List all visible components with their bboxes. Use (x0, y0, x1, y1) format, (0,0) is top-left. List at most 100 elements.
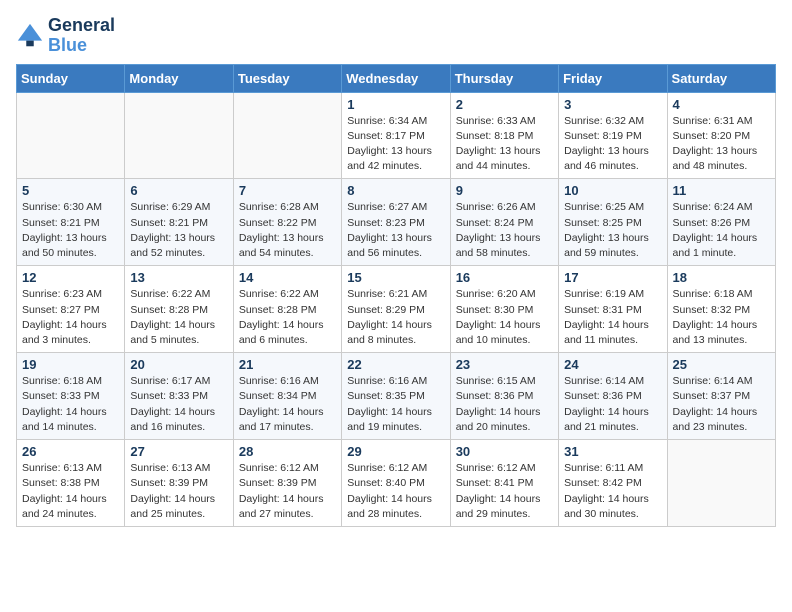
calendar-cell (17, 92, 125, 179)
day-number: 1 (347, 97, 444, 112)
day-info: Sunrise: 6:21 AM Sunset: 8:29 PM Dayligh… (347, 287, 444, 348)
day-info: Sunrise: 6:14 AM Sunset: 8:36 PM Dayligh… (564, 374, 661, 435)
day-number: 9 (456, 183, 553, 198)
calendar-cell: 10Sunrise: 6:25 AM Sunset: 8:25 PM Dayli… (559, 179, 667, 266)
calendar-cell: 15 Sunrise: 6:21 AM Sunset: 8:29 PM Dayli… (342, 266, 450, 353)
day-number: 18 (673, 270, 770, 285)
day-number: 31 (564, 444, 661, 459)
calendar-cell: 28 Sunrise: 6:12 AM Sunset: 8:39 PM Dayli… (233, 440, 341, 527)
day-info: Sunrise: 6:22 AM Sunset: 8:28 PM Dayligh… (130, 287, 227, 348)
day-info: Sunrise: 6:33 AM Sunset: 8:18 PM Dayligh… (456, 114, 553, 175)
day-number: 3 (564, 97, 661, 112)
day-info: Sunrise: 6:28 AM Sunset: 8:22 PM Dayligh… (239, 200, 336, 261)
calendar-cell: 20 Sunrise: 6:17 AM Sunset: 8:33 PM Dayli… (125, 353, 233, 440)
day-number: 7 (239, 183, 336, 198)
logo-text: General Blue (48, 16, 115, 56)
day-info: Sunrise: 6:12 AM Sunset: 8:39 PM Dayligh… (239, 461, 336, 522)
calendar-cell: 30Sunrise: 6:12 AM Sunset: 8:41 PM Dayli… (450, 440, 558, 527)
calendar-cell: 17 Sunrise: 6:19 AM Sunset: 8:31 PM Dayli… (559, 266, 667, 353)
day-number: 17 (564, 270, 661, 285)
day-number: 25 (673, 357, 770, 372)
day-info: Sunrise: 6:31 AM Sunset: 8:20 PM Dayligh… (673, 114, 770, 175)
calendar-cell: 29 Sunrise: 6:12 AM Sunset: 8:40 PM Dayli… (342, 440, 450, 527)
calendar-cell: 24 Sunrise: 6:14 AM Sunset: 8:36 PM Dayli… (559, 353, 667, 440)
weekday-header-tuesday: Tuesday (233, 64, 341, 92)
day-number: 24 (564, 357, 661, 372)
calendar-cell: 21 Sunrise: 6:16 AM Sunset: 8:34 PM Dayli… (233, 353, 341, 440)
day-info: Sunrise: 6:15 AM Sunset: 8:36 PM Dayligh… (456, 374, 553, 435)
day-number: 13 (130, 270, 227, 285)
calendar-cell: 26 Sunrise: 6:13 AM Sunset: 8:38 PM Dayli… (17, 440, 125, 527)
day-info: Sunrise: 6:11 AM Sunset: 8:42 PM Dayligh… (564, 461, 661, 522)
day-number: 14 (239, 270, 336, 285)
calendar-cell: 5 Sunrise: 6:30 AM Sunset: 8:21 PM Daylig… (17, 179, 125, 266)
calendar-cell: 8 Sunrise: 6:27 AM Sunset: 8:23 PM Daylig… (342, 179, 450, 266)
weekday-header-friday: Friday (559, 64, 667, 92)
day-number: 30 (456, 444, 553, 459)
calendar-cell: 13 Sunrise: 6:22 AM Sunset: 8:28 PM Dayli… (125, 266, 233, 353)
day-info: Sunrise: 6:16 AM Sunset: 8:35 PM Dayligh… (347, 374, 444, 435)
page-header: General Blue (16, 16, 776, 56)
day-info: Sunrise: 6:30 AM Sunset: 8:21 PM Dayligh… (22, 200, 119, 261)
day-number: 28 (239, 444, 336, 459)
day-number: 19 (22, 357, 119, 372)
day-number: 4 (673, 97, 770, 112)
calendar-cell: 18 Sunrise: 6:18 AM Sunset: 8:32 PM Dayli… (667, 266, 775, 353)
day-info: Sunrise: 6:13 AM Sunset: 8:38 PM Dayligh… (22, 461, 119, 522)
calendar-cell: 4 Sunrise: 6:31 AM Sunset: 8:20 PM Daylig… (667, 92, 775, 179)
day-number: 8 (347, 183, 444, 198)
calendar-cell: 2 Sunrise: 6:33 AM Sunset: 8:18 PM Daylig… (450, 92, 558, 179)
day-info: Sunrise: 6:18 AM Sunset: 8:33 PM Dayligh… (22, 374, 119, 435)
day-info: Sunrise: 6:13 AM Sunset: 8:39 PM Dayligh… (130, 461, 227, 522)
day-info: Sunrise: 6:24 AM Sunset: 8:26 PM Dayligh… (673, 200, 770, 261)
calendar-cell: 6 Sunrise: 6:29 AM Sunset: 8:21 PM Daylig… (125, 179, 233, 266)
day-number: 16 (456, 270, 553, 285)
calendar-cell: 25Sunrise: 6:14 AM Sunset: 8:37 PM Dayli… (667, 353, 775, 440)
weekday-header-sunday: Sunday (17, 64, 125, 92)
day-number: 15 (347, 270, 444, 285)
day-number: 26 (22, 444, 119, 459)
calendar-cell: 11 Sunrise: 6:24 AM Sunset: 8:26 PM Dayli… (667, 179, 775, 266)
calendar-cell: 31 Sunrise: 6:11 AM Sunset: 8:42 PM Dayli… (559, 440, 667, 527)
logo: General Blue (16, 16, 115, 56)
calendar-cell (125, 92, 233, 179)
calendar-cell: 23 Sunrise: 6:15 AM Sunset: 8:36 PM Dayli… (450, 353, 558, 440)
day-info: Sunrise: 6:34 AM Sunset: 8:17 PM Dayligh… (347, 114, 444, 175)
day-number: 10 (564, 183, 661, 198)
logo-icon (16, 22, 44, 50)
weekday-header-thursday: Thursday (450, 64, 558, 92)
calendar-cell (667, 440, 775, 527)
weekday-header-row: SundayMondayTuesdayWednesdayThursdayFrid… (17, 64, 776, 92)
calendar-cell: 14 Sunrise: 6:22 AM Sunset: 8:28 PM Dayli… (233, 266, 341, 353)
day-info: Sunrise: 6:19 AM Sunset: 8:31 PM Dayligh… (564, 287, 661, 348)
weekday-header-wednesday: Wednesday (342, 64, 450, 92)
calendar-week-4: 19 Sunrise: 6:18 AM Sunset: 8:33 PM Dayli… (17, 353, 776, 440)
weekday-header-monday: Monday (125, 64, 233, 92)
day-info: Sunrise: 6:17 AM Sunset: 8:33 PM Dayligh… (130, 374, 227, 435)
day-number: 6 (130, 183, 227, 198)
day-info: Sunrise: 6:27 AM Sunset: 8:23 PM Dayligh… (347, 200, 444, 261)
day-number: 11 (673, 183, 770, 198)
day-info: Sunrise: 6:29 AM Sunset: 8:21 PM Dayligh… (130, 200, 227, 261)
day-number: 21 (239, 357, 336, 372)
calendar-week-2: 5 Sunrise: 6:30 AM Sunset: 8:21 PM Daylig… (17, 179, 776, 266)
day-number: 29 (347, 444, 444, 459)
calendar-cell: 12Sunrise: 6:23 AM Sunset: 8:27 PM Dayli… (17, 266, 125, 353)
day-info: Sunrise: 6:16 AM Sunset: 8:34 PM Dayligh… (239, 374, 336, 435)
day-info: Sunrise: 6:18 AM Sunset: 8:32 PM Dayligh… (673, 287, 770, 348)
day-number: 2 (456, 97, 553, 112)
day-number: 5 (22, 183, 119, 198)
calendar-cell: 9 Sunrise: 6:26 AM Sunset: 8:24 PM Daylig… (450, 179, 558, 266)
day-number: 20 (130, 357, 227, 372)
day-number: 27 (130, 444, 227, 459)
day-number: 23 (456, 357, 553, 372)
calendar-week-5: 26 Sunrise: 6:13 AM Sunset: 8:38 PM Dayli… (17, 440, 776, 527)
day-info: Sunrise: 6:26 AM Sunset: 8:24 PM Dayligh… (456, 200, 553, 261)
day-info: Sunrise: 6:12 AM Sunset: 8:40 PM Dayligh… (347, 461, 444, 522)
calendar-cell: 1 Sunrise: 6:34 AM Sunset: 8:17 PM Daylig… (342, 92, 450, 179)
day-info: Sunrise: 6:22 AM Sunset: 8:28 PM Dayligh… (239, 287, 336, 348)
calendar-cell: 22Sunrise: 6:16 AM Sunset: 8:35 PM Dayli… (342, 353, 450, 440)
calendar-cell: 3 Sunrise: 6:32 AM Sunset: 8:19 PM Daylig… (559, 92, 667, 179)
calendar-week-1: 1 Sunrise: 6:34 AM Sunset: 8:17 PM Daylig… (17, 92, 776, 179)
day-info: Sunrise: 6:32 AM Sunset: 8:19 PM Dayligh… (564, 114, 661, 175)
